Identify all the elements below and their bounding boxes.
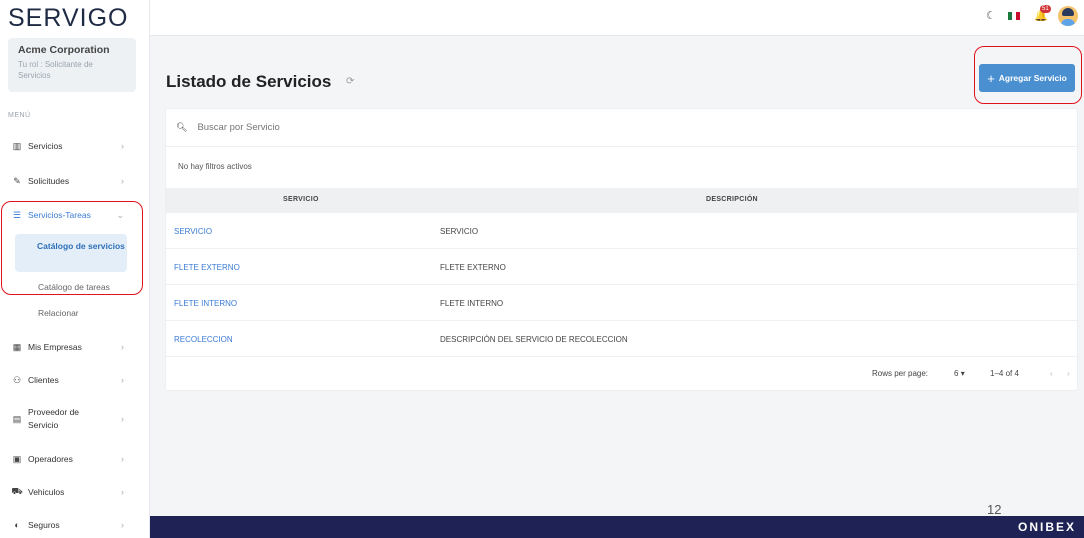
sidebar-item-solicitudes[interactable]: ✎ Solicitudes › [10,171,136,191]
service-description: DESCRIPCIÓN DEL SERVICIO DE RECOLECCION [440,335,628,344]
rows-per-page-label: Rows per page: [872,369,929,378]
menu-label: MENÚ [8,112,31,119]
service-description: SERVICIO [440,227,479,236]
top-bar: ☾ 🔔 51 [150,0,1084,36]
users-icon: ⚇ [12,374,22,385]
caret-down-icon: ▾ [960,369,965,378]
table-row[interactable]: SERVICIO SERVICIO [166,213,1079,249]
sidebar-item-label: Solicitudes [28,176,70,186]
sidebar-item-label: Servicios [28,141,63,151]
operator-card-icon: ▣ [12,453,22,464]
sidebar-item-seguros[interactable]: ◐ Seguros › [10,515,136,535]
sidebar-item-label: Proveedor de Servicio [28,407,80,430]
truck-icon: ⛟ [11,486,23,496]
subitem-relacionar[interactable]: Relacionar [38,308,79,318]
column-header-servicio[interactable]: SERVICIO [283,196,319,203]
search-input[interactable] [197,122,598,133]
sidebar-item-clientes[interactable]: ⚇ Clientes › [10,370,136,390]
shield-icon: ◐ [14,520,20,530]
service-description: FLETE INTERNO [440,299,504,308]
chevron-right-icon: › [121,141,124,151]
avatar[interactable] [1058,6,1078,26]
page-title: Listado de Servicios [166,72,332,91]
sidebar-item-mis-empresas[interactable]: ▦ Mis Empresas › [10,337,136,357]
search-icon: 🔍︎ [176,122,188,132]
chevron-right-icon: › [121,454,124,464]
table-row[interactable]: RECOLECCION DESCRIPCIÓN DEL SERVICIO DE … [166,321,1079,357]
chevron-left-icon[interactable]: ‹ [1050,369,1053,378]
slide-page-number: 12 [987,502,1002,517]
service-description: FLETE EXTERNO [440,263,506,272]
search-bar: 🔍︎ [166,109,1079,147]
highlight-annotation [974,46,1082,104]
sidebar-item-label: Operadores [28,454,73,464]
service-link[interactable]: FLETE INTERNO [174,299,237,308]
onibex-logo: ONIBEX [1017,520,1076,534]
sidebar-item-label: Mis Empresas [28,342,82,352]
chevron-right-icon: › [121,375,124,385]
organization-card[interactable]: Acme Corporation Tu rol : Solicitante de… [8,38,136,92]
service-link[interactable]: FLETE EXTERNO [174,263,240,272]
pagination-range: 1–4 of 4 [990,369,1019,378]
chevron-right-icon: › [121,520,124,530]
dark-mode-icon[interactable]: ☾ [986,9,996,22]
table-row[interactable]: FLETE INTERNO FLETE INTERNO [166,285,1079,321]
sidebar-item-label: Vehiculos [28,487,65,497]
sidebar-item-proveedor[interactable]: ▤ Proveedor de Servicio › [10,404,136,434]
id-card-icon: ▤ [12,413,22,424]
sidebar-item-label: Seguros [28,520,60,530]
table-row[interactable]: FLETE EXTERNO FLETE EXTERNO [166,249,1079,285]
rows-per-page-select[interactable]: 6 ▾ [954,369,965,378]
chevron-right-icon: › [121,487,124,497]
sidebar-item-servicios[interactable]: ▥ Servicios › [10,136,136,156]
sidebar: SERVIGO Acme Corporation Tu rol : Solici… [0,0,150,538]
mexico-flag-icon[interactable] [1008,12,1020,20]
sidebar-item-vehiculos[interactable]: ⛟ Vehiculos › [10,482,136,502]
org-name: Acme Corporation [18,44,110,56]
edit-doc-icon: ✎ [13,175,21,186]
chevron-right-icon: › [121,342,124,352]
sidebar-item-label: Clientes [28,375,59,385]
rows-per-page-value: 6 [954,369,959,378]
servigo-logo[interactable]: SERVIGO [8,4,128,33]
services-table-card: 🔍︎ No hay filtros activos SERVICIO DESCR… [165,108,1079,391]
briefcase-icon: ▥ [12,140,22,151]
sidebar-item-operadores[interactable]: ▣ Operadores › [10,449,136,469]
chevron-right-icon[interactable]: › [1067,369,1070,378]
chevron-right-icon: › [121,176,124,186]
notification-badge: 51 [1040,5,1051,13]
org-role: Tu rol : Solicitante de Servicios [18,60,93,80]
chevron-right-icon: › [121,414,124,424]
service-link[interactable]: RECOLECCION [174,335,233,344]
refresh-icon[interactable]: ⟳ [346,76,354,87]
table-header: SERVICIO DESCRIPCIÓN [166,188,1079,213]
column-header-descripcion[interactable]: DESCRIPCIÓN [706,196,758,203]
footer-bar: ONIBEX [150,516,1084,538]
building-icon: ▦ [12,341,22,352]
filters-status: No hay filtros activos [178,162,252,171]
highlight-annotation [1,201,143,295]
service-link[interactable]: SERVICIO [174,227,212,236]
